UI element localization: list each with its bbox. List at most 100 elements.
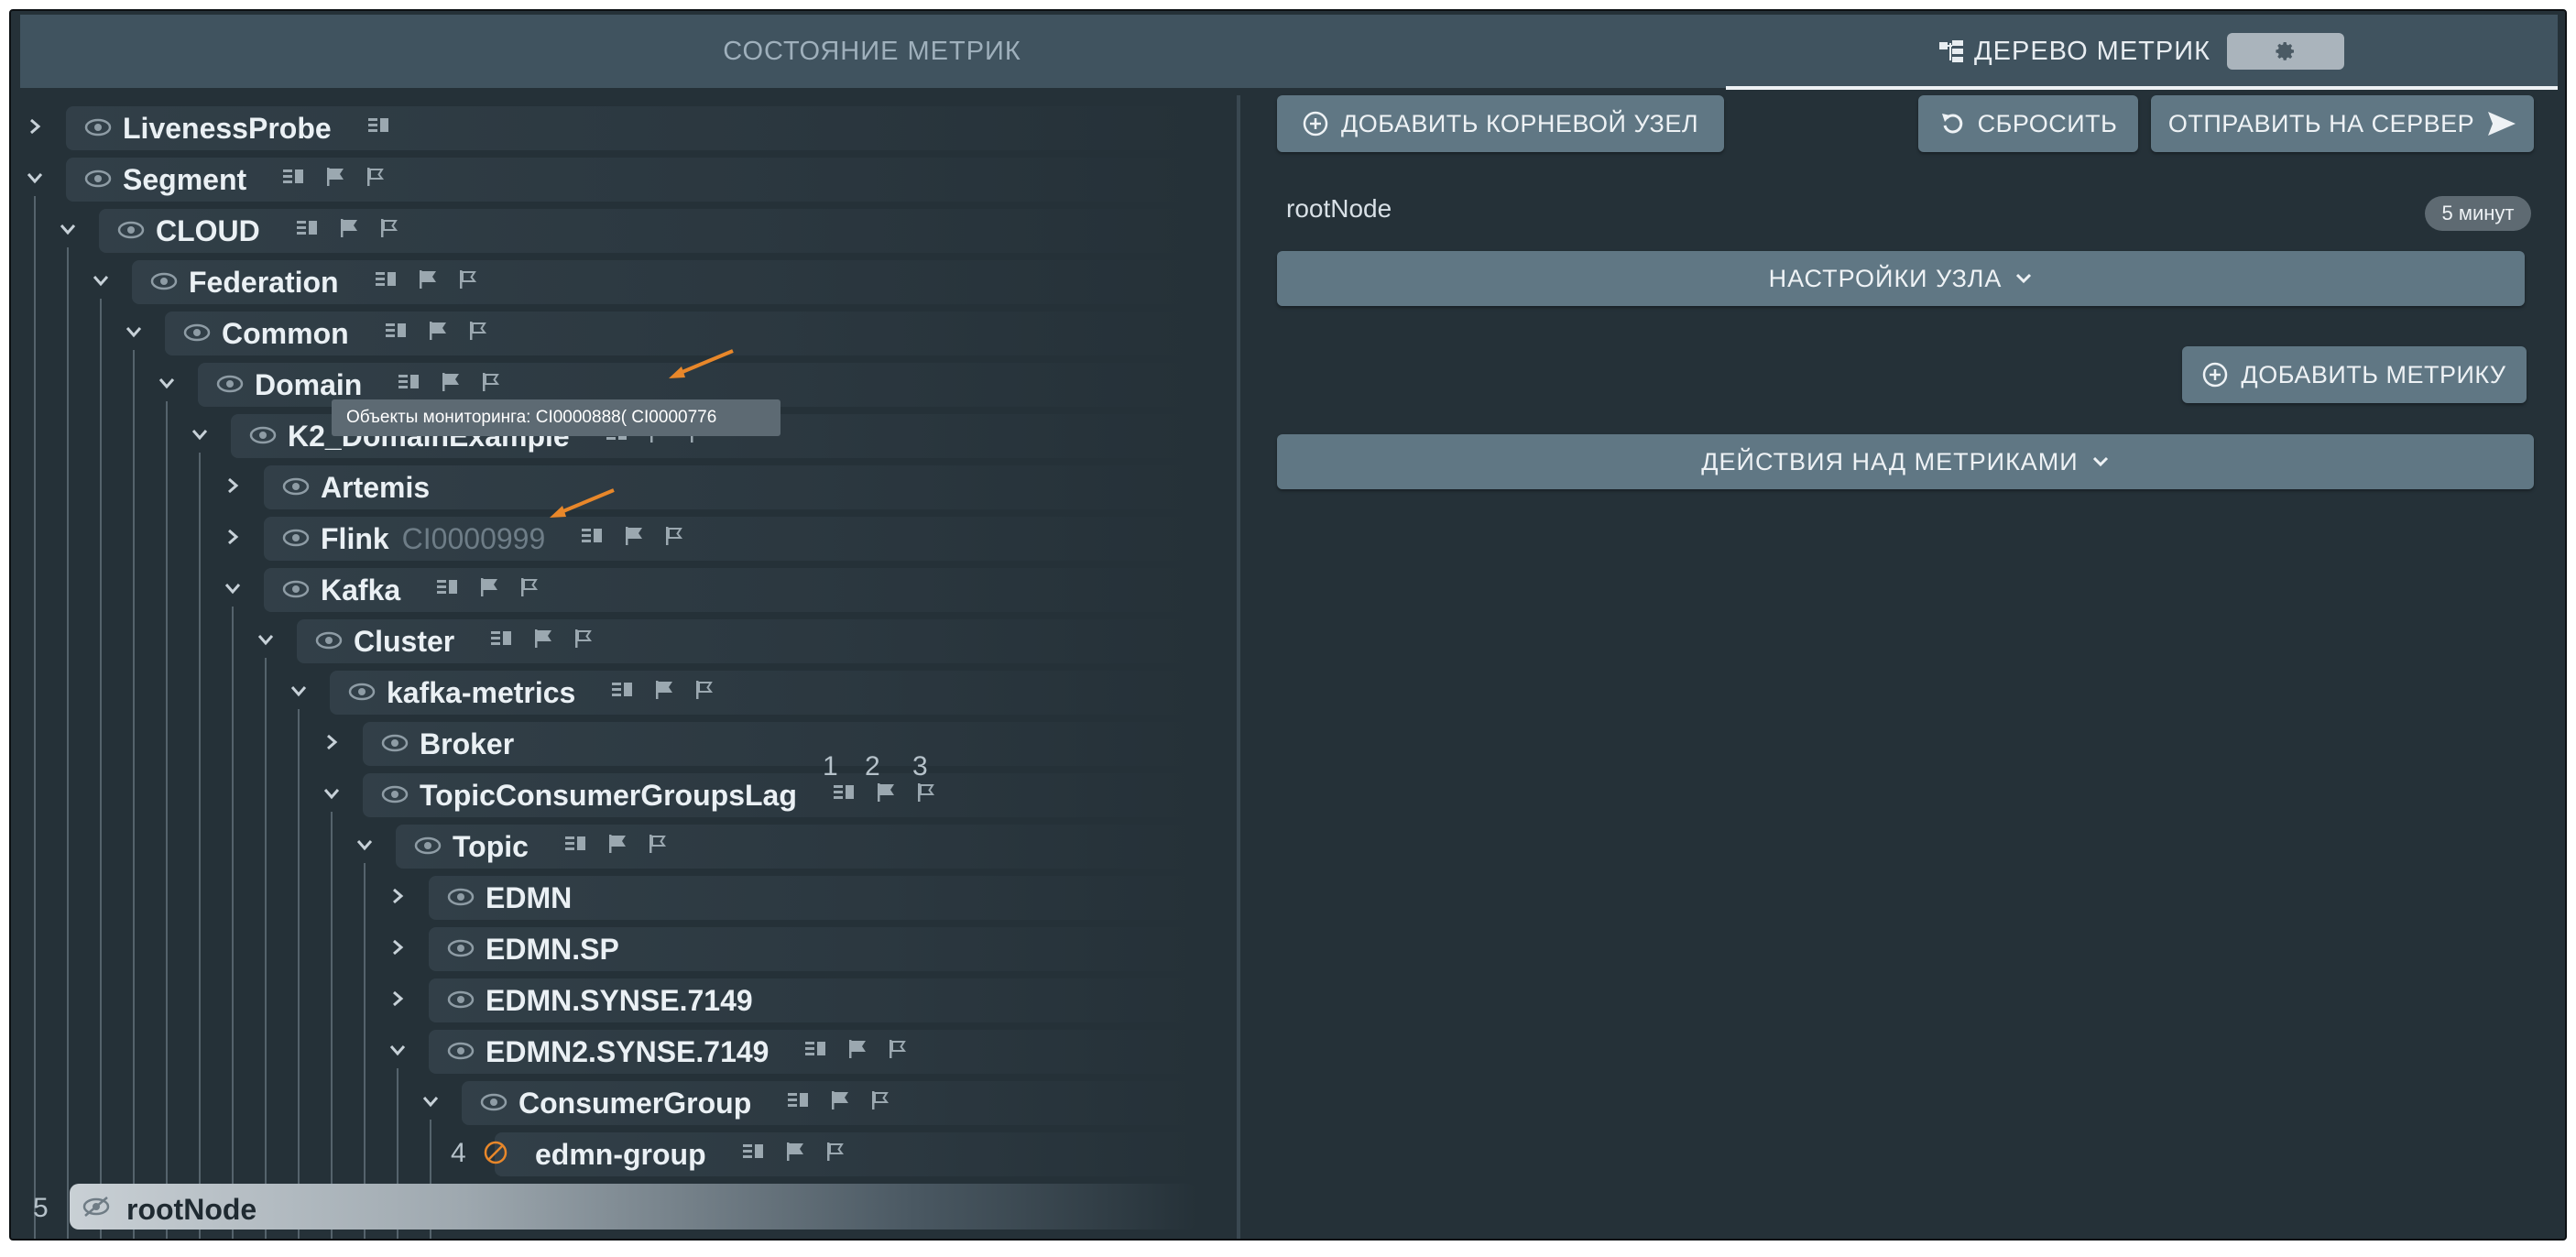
flag-outline-button[interactable]	[468, 321, 488, 345]
tree-node-collapse-toggle[interactable]	[387, 1039, 409, 1061]
flag-outline-button[interactable]	[825, 1142, 846, 1166]
flag-filled-button[interactable]	[441, 372, 461, 397]
flag-filled-button[interactable]	[785, 1142, 805, 1166]
tree-node-expand-toggle[interactable]	[387, 885, 409, 907]
tree-node-collapse-toggle[interactable]	[420, 1090, 442, 1112]
flag-outline-button[interactable]	[458, 269, 478, 294]
visibility-toggle[interactable]	[414, 832, 442, 859]
tree-node[interactable]: Federation	[11, 257, 1202, 304]
node-settings-accordion[interactable]: НАСТРОЙКИ УЗЛА	[1277, 251, 2525, 306]
flag-outline-button[interactable]	[481, 372, 501, 397]
add-root-node-button[interactable]: ДОБАВИТЬ КОРНЕВОЙ УЗЕЛ	[1277, 95, 1724, 152]
tree-node-collapse-toggle[interactable]	[24, 167, 46, 189]
flag-filled-button[interactable]	[418, 269, 438, 294]
flag-outline-button[interactable]	[664, 526, 684, 551]
visibility-toggle[interactable]	[282, 524, 310, 552]
metrics-list-button[interactable]	[398, 374, 420, 395]
flag-filled-button[interactable]	[533, 628, 553, 653]
disabled-node-toggle[interactable]	[482, 1139, 509, 1166]
tree-node[interactable]: Topic	[11, 821, 1202, 869]
settings-button[interactable]	[2226, 33, 2344, 70]
flag-outline-button[interactable]	[888, 1039, 908, 1064]
reset-button[interactable]: СБРОСИТЬ	[1918, 95, 2138, 152]
metrics-list-button[interactable]	[296, 220, 319, 241]
visibility-toggle[interactable]	[216, 370, 244, 398]
tree-node[interactable]: EDMN.SP	[11, 924, 1202, 971]
tree-node[interactable]: kafka-metrics	[11, 667, 1202, 715]
metrics-list-button[interactable]	[437, 579, 459, 600]
metrics-list-button[interactable]	[564, 836, 587, 857]
flag-outline-button[interactable]	[694, 680, 715, 705]
tree-node[interactable]: Domain	[11, 359, 1202, 407]
tree-node[interactable]: Cluster	[11, 616, 1202, 663]
visibility-toggle[interactable]	[249, 421, 277, 449]
visibility-toggle[interactable]	[447, 883, 475, 911]
flag-filled-button[interactable]	[624, 526, 644, 551]
tree-node[interactable]: Common	[11, 308, 1202, 355]
metrics-list-button[interactable]	[742, 1143, 765, 1164]
metrics-list-button[interactable]	[385, 322, 408, 344]
metrics-tree[interactable]: LivenessProbe Segment CLOUD Federation Commo…	[11, 95, 1229, 1239]
visibility-toggle[interactable]	[315, 627, 343, 654]
tree-node-expand-toggle[interactable]	[387, 936, 409, 958]
visibility-toggle[interactable]	[84, 114, 112, 141]
metrics-list-button[interactable]	[367, 117, 390, 138]
flag-outline-button[interactable]	[519, 577, 540, 602]
tree-node-expand-toggle[interactable]	[222, 475, 244, 497]
flag-filled-button[interactable]	[830, 1090, 850, 1115]
tree-node[interactable]: 4 edmn-group	[11, 1129, 1202, 1176]
visibility-toggle[interactable]	[480, 1088, 508, 1116]
tree-node-expand-toggle[interactable]	[321, 731, 343, 753]
flag-filled-button[interactable]	[876, 782, 896, 807]
flag-outline-button[interactable]	[648, 834, 668, 858]
visibility-toggle[interactable]	[381, 781, 409, 808]
tree-node-collapse-toggle[interactable]	[255, 628, 277, 650]
flag-filled-button[interactable]	[479, 577, 499, 602]
visibility-toggle[interactable]	[150, 268, 178, 295]
metric-actions-accordion[interactable]: ДЕЙСТВИЯ НАД МЕТРИКАМИ	[1277, 434, 2534, 489]
visibility-toggle[interactable]	[282, 575, 310, 603]
flag-outline-button[interactable]	[366, 167, 386, 191]
tree-node-collapse-toggle[interactable]	[288, 680, 310, 702]
visibility-toggle[interactable]	[183, 319, 211, 346]
metrics-list-button[interactable]	[283, 169, 305, 190]
tree-node[interactable]: ConsumerGroup	[11, 1077, 1202, 1125]
flag-outline-button[interactable]	[379, 218, 399, 243]
tab-metrics-state[interactable]: СОСТОЯНИЕ МЕТРИК	[20, 15, 1724, 88]
tree-node[interactable]: EDMN.SYNSE.7149	[11, 975, 1202, 1022]
tree-node-collapse-toggle[interactable]	[123, 321, 145, 343]
visibility-toggle[interactable]	[117, 216, 145, 244]
visibility-toggle[interactable]	[82, 1193, 110, 1220]
panel-splitter[interactable]	[1237, 95, 1240, 1239]
tree-node-collapse-toggle[interactable]	[156, 372, 178, 394]
visibility-toggle[interactable]	[348, 678, 376, 705]
tree-node[interactable]: EDMN	[11, 872, 1202, 920]
flag-filled-button[interactable]	[654, 680, 674, 705]
metrics-list-button[interactable]	[612, 682, 634, 703]
metrics-list-button[interactable]	[833, 784, 856, 805]
metrics-list-button[interactable]	[375, 271, 398, 292]
tree-node[interactable]: TopicConsumerGroupsLag	[11, 770, 1202, 817]
tree-node[interactable]: Segment	[11, 154, 1202, 202]
metrics-list-button[interactable]	[491, 630, 513, 651]
visibility-toggle[interactable]	[447, 935, 475, 962]
tree-node[interactable]: EDMN2.SYNSE.7149	[11, 1026, 1202, 1074]
metrics-list-button[interactable]	[805, 1041, 827, 1062]
metrics-list-button[interactable]	[582, 528, 604, 549]
add-metric-button[interactable]: ДОБАВИТЬ МЕТРИКУ	[2182, 346, 2527, 403]
flag-outline-button[interactable]	[870, 1090, 890, 1115]
flag-outline-button[interactable]	[916, 782, 936, 807]
metrics-list-button[interactable]	[788, 1092, 810, 1113]
flag-filled-button[interactable]	[847, 1039, 868, 1064]
tree-node-collapse-toggle[interactable]	[90, 269, 112, 291]
tree-node-collapse-toggle[interactable]	[57, 218, 79, 240]
tree-node[interactable]: LivenessProbe	[11, 103, 1202, 150]
tab-metrics-tree[interactable]: ДЕРЕВО МЕТРИК	[1726, 15, 2558, 88]
flag-filled-button[interactable]	[428, 321, 448, 345]
tree-node[interactable]: Broker	[11, 718, 1202, 766]
flag-filled-button[interactable]	[325, 167, 345, 191]
tree-node-collapse-toggle[interactable]	[222, 577, 244, 599]
tree-node-collapse-toggle[interactable]	[321, 782, 343, 804]
flag-filled-button[interactable]	[339, 218, 359, 243]
tree-node-collapse-toggle[interactable]	[189, 423, 211, 445]
